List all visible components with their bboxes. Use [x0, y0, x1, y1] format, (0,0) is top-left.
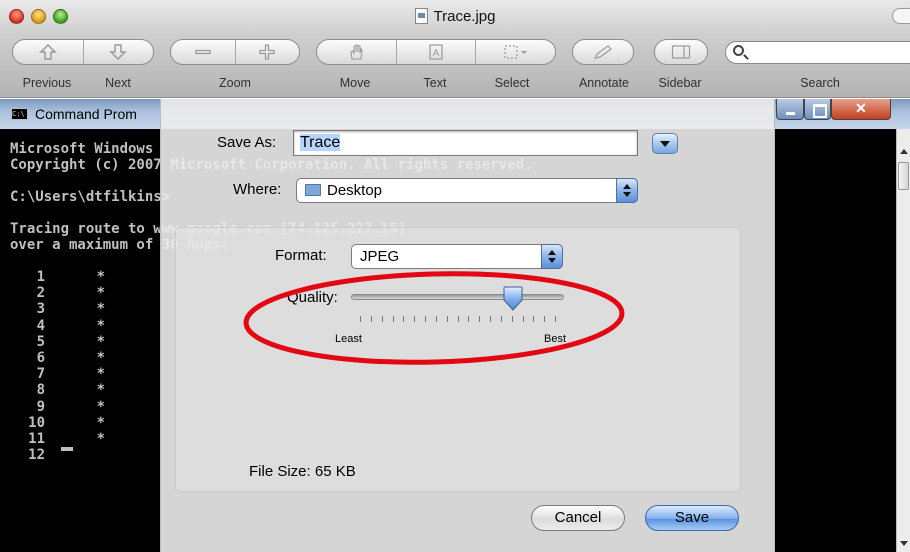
tool-mode-control: A	[316, 39, 556, 65]
search-icon	[733, 45, 744, 56]
hop-star: *	[96, 398, 105, 415]
hop-star: *	[96, 269, 105, 285]
sidebar-label: Sidebar	[658, 76, 702, 90]
previous-button[interactable]	[13, 40, 83, 64]
scroll-down-icon[interactable]	[900, 541, 908, 546]
hop-number: 2	[36, 285, 45, 302]
hop-star: *	[96, 414, 105, 431]
title-bar: Trace.jpg	[0, 0, 910, 34]
window-title: Trace.jpg	[433, 8, 496, 25]
hop-number: 10	[28, 414, 45, 431]
search-label: Search	[800, 76, 840, 90]
previous-label: Previous	[22, 76, 72, 90]
cancel-button[interactable]: Cancel	[531, 505, 625, 531]
save-as-field[interactable]: Trace	[293, 130, 638, 156]
command-prompt-title: Command Prom	[35, 106, 137, 122]
format-popup[interactable]: JPEG	[351, 244, 563, 269]
text-cursor-icon: A	[429, 44, 443, 60]
minus-icon	[195, 49, 211, 55]
hop-number: 7	[36, 366, 45, 383]
cmd-minimize-button[interactable]	[776, 99, 804, 120]
cmd-maximize-button[interactable]	[804, 99, 831, 120]
select-tool-button[interactable]	[475, 40, 555, 64]
window-title-wrap: Trace.jpg	[0, 8, 910, 25]
move-label: Move	[339, 76, 371, 90]
hop-star: *	[96, 317, 105, 334]
console-icon: C:\	[11, 108, 28, 120]
previous-next-control	[12, 39, 154, 65]
hop-number: 8	[36, 382, 45, 399]
hop-star: *	[96, 349, 105, 366]
toolbar-toggle-button[interactable]	[892, 8, 910, 24]
hop-number: 1	[36, 269, 45, 285]
image-document-icon	[414, 8, 428, 24]
red-ellipse-annotation	[243, 271, 625, 365]
cmd-close-button[interactable]: ✕	[831, 99, 891, 120]
arrow-up-icon	[38, 43, 57, 60]
sidebar-button[interactable]	[654, 39, 708, 65]
zoom-control	[170, 39, 300, 65]
save-as-label: Save As:	[217, 134, 277, 151]
hop-number: 9	[36, 398, 45, 415]
format-label: Format:	[275, 247, 327, 264]
where-value: Desktop	[327, 182, 383, 199]
arrow-down-icon	[109, 44, 128, 61]
hop-star: *	[96, 430, 105, 447]
search-input[interactable]	[725, 41, 910, 64]
zoom-in-button[interactable]	[234, 40, 300, 64]
sidebar-icon	[671, 45, 691, 59]
popup-arrows-icon	[541, 244, 563, 269]
close-x-icon: ✕	[855, 100, 867, 116]
selection-marquee-icon	[504, 45, 527, 59]
zoom-out-button[interactable]	[171, 40, 235, 64]
text-label: Text	[423, 76, 447, 90]
scroll-thumb[interactable]	[898, 162, 909, 190]
annotate-button[interactable]	[572, 39, 634, 65]
pencil-icon	[593, 45, 612, 59]
hop-number: 4	[36, 317, 45, 334]
annotate-label: Annotate	[578, 76, 630, 90]
scroll-up-icon[interactable]	[900, 149, 908, 154]
toolbar: Previous Next Zoom A Move Text Select An…	[0, 34, 910, 98]
expand-dialog-button[interactable]	[652, 133, 678, 154]
svg-text:A: A	[433, 48, 440, 59]
save-button[interactable]: Save	[645, 505, 739, 531]
hop-star: *	[96, 333, 105, 350]
folder-icon	[305, 184, 321, 196]
hop-number: 5	[36, 333, 45, 350]
hop-number: 6	[36, 349, 45, 366]
save-as-value: Trace	[300, 134, 341, 151]
hop-star: *	[96, 301, 105, 318]
hop-number: 11	[28, 430, 45, 447]
next-label: Next	[105, 76, 131, 90]
plus-icon	[259, 44, 275, 60]
hop-star: *	[96, 366, 105, 383]
sidebar-cell	[655, 40, 707, 64]
select-label: Select	[494, 76, 530, 90]
next-button[interactable]	[82, 40, 154, 64]
zoom-label: Zoom	[219, 76, 251, 90]
console-scrollbar[interactable]	[896, 129, 910, 552]
hop-star: *	[96, 285, 105, 302]
hop-number: 12	[28, 447, 45, 464]
file-size-label: File Size: 65 KB	[249, 463, 356, 480]
where-label: Where:	[233, 181, 282, 198]
format-value: JPEG	[360, 248, 400, 265]
hop-number: 3	[36, 301, 45, 318]
hand-icon	[350, 44, 363, 60]
text-tool-button[interactable]: A	[395, 40, 476, 64]
move-tool-button[interactable]	[317, 40, 396, 64]
console-cursor	[61, 447, 73, 452]
popup-arrows-icon	[616, 178, 638, 203]
where-popup[interactable]: Desktop	[296, 178, 638, 203]
hop-star: *	[96, 382, 105, 399]
annotate-cell	[573, 40, 633, 64]
